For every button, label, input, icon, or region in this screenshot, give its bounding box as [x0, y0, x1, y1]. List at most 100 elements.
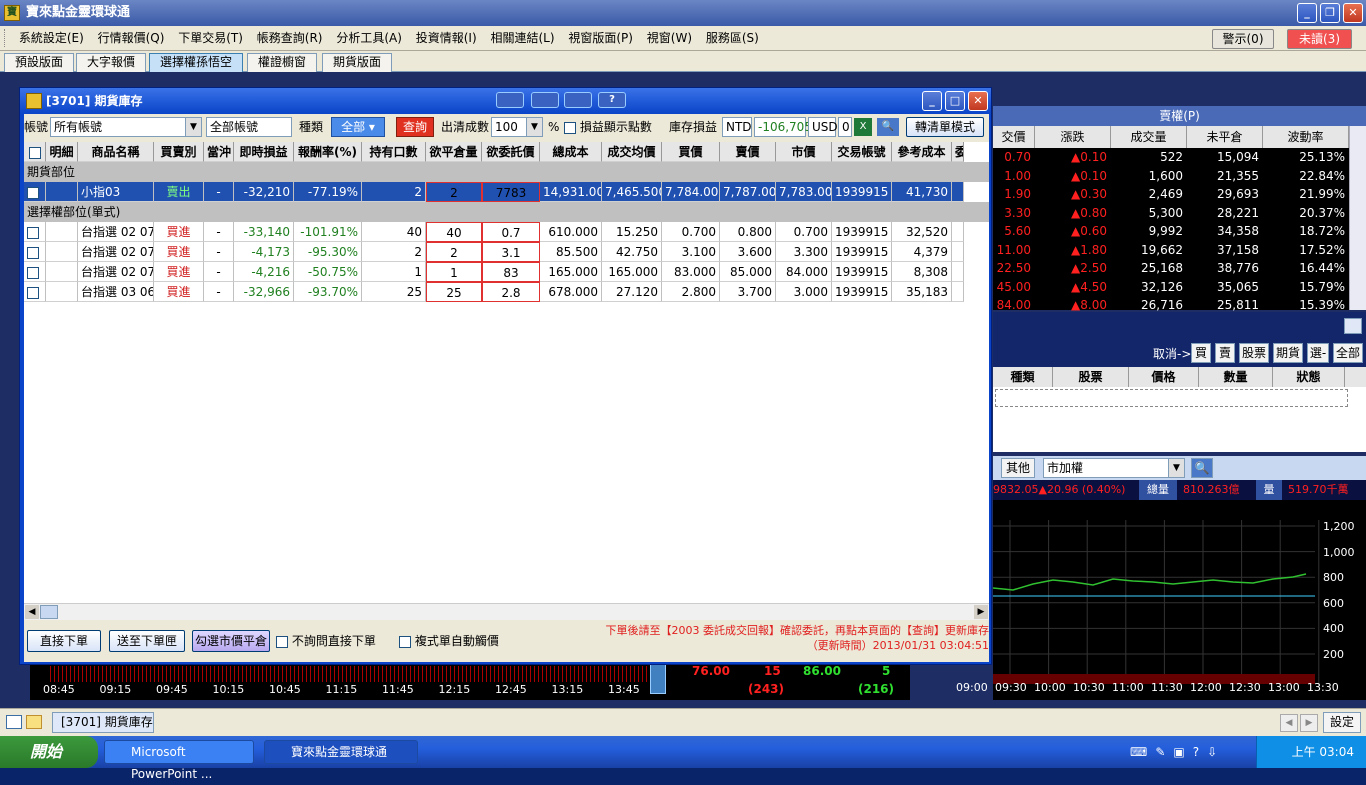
column-header[interactable]: 委	[952, 142, 964, 162]
column-header[interactable]: 持有口數	[362, 142, 426, 162]
next-icon[interactable]: ▶	[1300, 714, 1318, 732]
filter-all-button[interactable]: 全部	[1333, 343, 1363, 363]
list-mode-button[interactable]: 轉清單模式	[906, 117, 984, 137]
column-header[interactable]: 參考成本	[892, 142, 952, 162]
menu-trade[interactable]: 下單交易(T)	[173, 26, 248, 51]
filter-buy-button[interactable]: 買	[1191, 343, 1211, 363]
direct-order-button[interactable]: 直接下單	[27, 630, 101, 652]
video-icon[interactable]	[564, 92, 592, 108]
column-header[interactable]: 市價	[776, 142, 832, 162]
search-icon[interactable]: 🔍	[877, 118, 899, 136]
put-scrollbar[interactable]	[1349, 126, 1366, 310]
no-ask-checkbox[interactable]: 不詢問直接下單	[276, 631, 376, 651]
order-price-input[interactable]: 83	[482, 262, 540, 282]
close-qty-input[interactable]: 1	[426, 262, 482, 282]
filter-futures-button[interactable]: 期貨	[1273, 343, 1303, 363]
column-header[interactable]: 買賣別	[154, 142, 204, 162]
close-qty-input[interactable]: 25	[426, 282, 482, 302]
account-all-field[interactable]: 全部帳號	[206, 117, 292, 137]
put-row[interactable]: 3.30 ▲0.80 5,300 28,221 20.37%	[993, 204, 1366, 223]
order-price-input[interactable]: 0.7	[482, 222, 540, 242]
menu-service[interactable]: 服務區(S)	[701, 26, 764, 51]
put-row[interactable]: 5.60 ▲0.60 9,992 34,358 18.72%	[993, 222, 1366, 241]
menu-layout[interactable]: 視窗版面(P)	[563, 26, 638, 51]
put-row[interactable]: 0.70 ▲0.10 522 15,094 25.13%	[993, 148, 1366, 167]
row-checkbox-cell[interactable]	[24, 262, 46, 282]
position-row[interactable]: 台指選 03 06800 P買進--32,966-93.70%25252.867…	[24, 282, 964, 302]
settings-button[interactable]: 設定	[1323, 712, 1361, 733]
column-header[interactable]: 成交均價	[602, 142, 662, 162]
position-row[interactable]: 台指選 02 07000 P買進--33,140-101.91%40400.76…	[24, 222, 964, 242]
put-row[interactable]: 45.00 ▲4.50 32,126 35,065 15.79%	[993, 278, 1366, 297]
grid-horizontal-scrollbar[interactable]: ◀ ▶	[24, 603, 989, 620]
minimize-button[interactable]: _	[1297, 3, 1317, 23]
unread-button[interactable]: 未讀(3)	[1287, 29, 1352, 49]
tab-big-quote[interactable]: 大字報價	[76, 53, 147, 72]
column-header[interactable]: 商品名稱	[78, 142, 154, 162]
chart-scroll-handle[interactable]	[650, 664, 666, 694]
menu-quotes[interactable]: 行情報價(Q)	[93, 26, 170, 51]
order-price-input[interactable]: 2.8	[482, 282, 540, 302]
task-app[interactable]: 寶來點金靈環球通	[264, 740, 418, 764]
panel-restore-icon[interactable]	[1344, 318, 1362, 334]
column-header[interactable]: 即時損益	[234, 142, 294, 162]
filter-stock-button[interactable]: 股票	[1239, 343, 1269, 363]
checkbox-icon[interactable]	[27, 186, 39, 199]
tab-warrants[interactable]: 權證櫥窗	[247, 53, 318, 72]
task-powerpoint[interactable]: Microsoft PowerPoint ...	[104, 740, 254, 781]
index-select[interactable]: 市加權 ▼	[1043, 458, 1185, 478]
filter-options-button[interactable]: 選-	[1307, 343, 1329, 363]
column-header[interactable]: 交易帳號	[832, 142, 892, 162]
close-qty-input[interactable]: 2	[426, 182, 482, 202]
put-row[interactable]: 1.00 ▲0.10 1,600 21,355 22.84%	[993, 167, 1366, 186]
close-button[interactable]: ✕	[1343, 3, 1363, 23]
column-header[interactable]: 賣價	[720, 142, 776, 162]
window-icon[interactable]	[6, 715, 22, 729]
order-price-input[interactable]: 7783	[482, 182, 540, 202]
folder-icon[interactable]	[26, 715, 42, 729]
position-row[interactable]: 台指選 02 07300 P買進--4,173-95.30%223.185.50…	[24, 242, 964, 262]
prev-icon[interactable]: ◀	[1280, 714, 1298, 732]
checkbox-icon[interactable]	[276, 635, 288, 648]
warning-button[interactable]: 警示(0)	[1212, 29, 1274, 49]
menu-analysis[interactable]: 分析工具(A)	[331, 26, 407, 51]
scroll-left-icon[interactable]: ◀	[25, 605, 39, 619]
checkbox-icon[interactable]	[28, 146, 41, 159]
row-checkbox-cell[interactable]	[24, 242, 46, 262]
restore-button[interactable]: ❐	[1320, 3, 1340, 23]
order-price-input[interactable]: 3.1	[482, 242, 540, 262]
checkbox-icon[interactable]	[564, 121, 576, 134]
position-row[interactable]: 小指03賣出--32,210-77.19%22778314,931.0007,4…	[24, 182, 964, 202]
row-checkbox-cell[interactable]	[24, 282, 46, 302]
checkbox-icon[interactable]	[27, 226, 39, 239]
tab-futures[interactable]: 期貨版面	[322, 53, 393, 72]
type-select[interactable]: 全部 ▾	[331, 117, 385, 137]
search-icon[interactable]: 🔍	[1191, 458, 1213, 478]
scroll-thumb[interactable]	[40, 605, 58, 619]
column-header[interactable]: 欲委託價	[482, 142, 540, 162]
put-row[interactable]: 1.90 ▲0.30 2,469 29,693 21.99%	[993, 185, 1366, 204]
put-row[interactable]: 11.00 ▲1.80 19,662 37,158 17.52%	[993, 241, 1366, 260]
close-qty-input[interactable]: 40	[426, 222, 482, 242]
show-points-checkbox[interactable]: 損益顯示點數	[564, 117, 652, 137]
column-header[interactable]: 欲平倉量	[426, 142, 482, 162]
query-button[interactable]: 查詢	[396, 117, 434, 137]
column-header[interactable]: 明細	[46, 142, 78, 162]
checkbox-icon[interactable]	[27, 266, 39, 279]
account-select[interactable]: 所有帳號 ▼	[50, 117, 202, 137]
tab-default[interactable]: 預設版面	[4, 53, 75, 72]
scroll-right-icon[interactable]: ▶	[974, 605, 988, 619]
dialog-close-button[interactable]: ✕	[968, 91, 988, 111]
column-header[interactable]: 報酬率(%)	[294, 142, 362, 162]
dialog-maximize-button[interactable]: □	[945, 91, 965, 111]
filter-sell-button[interactable]: 賣	[1215, 343, 1235, 363]
layout-split-icon[interactable]	[496, 92, 524, 108]
checkbox-icon[interactable]	[399, 635, 411, 648]
menu-info[interactable]: 投資情報(I)	[411, 26, 482, 51]
layout-panel-icon[interactable]	[531, 92, 559, 108]
menu-window[interactable]: 視窗(W)	[642, 26, 697, 51]
tray-icons[interactable]: ⌨✎▣?⇩	[1130, 745, 1225, 759]
menu-system[interactable]: 系統設定(E)	[14, 26, 89, 51]
start-button[interactable]: 開始	[0, 736, 98, 768]
chevron-down-icon[interactable]: ▼	[185, 118, 201, 136]
